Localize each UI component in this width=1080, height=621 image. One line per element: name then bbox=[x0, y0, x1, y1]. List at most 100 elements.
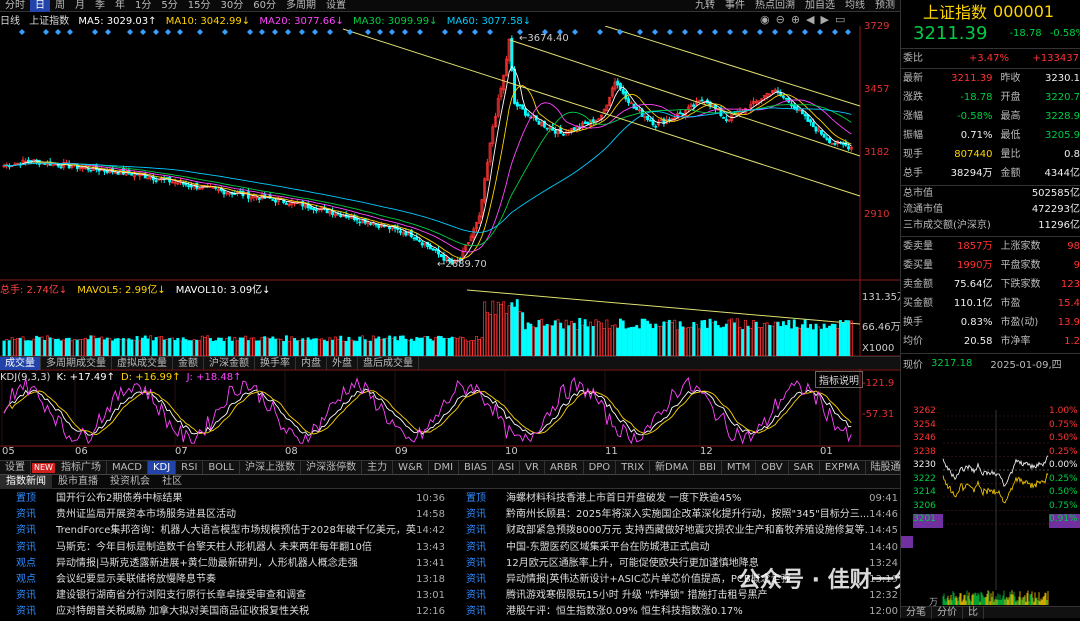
news-item[interactable]: 资讯 马斯克：今年目标是制造数千台擎天柱人形机器人 未来两年每年翻10倍 13:43 bbox=[0, 540, 445, 556]
period-tab[interactable]: 年 bbox=[110, 0, 130, 12]
news-item[interactable]: 资讯 中国-东盟医药区域集采平台在防城港正式启动 14:40 bbox=[450, 540, 898, 556]
news-title[interactable]: 港股午评：恒生指数涨0.09% 恒生科技指数涨0.17% bbox=[506, 604, 869, 620]
news-title[interactable]: 会议纪要显示美联储将放慢降息节奏 bbox=[56, 572, 416, 588]
period-tab[interactable]: 设置 bbox=[321, 0, 351, 12]
indicator-tab[interactable]: BBI bbox=[694, 461, 722, 474]
news-item[interactable]: 资讯 应对特朗普关税威胁 加拿大拟对美国商品征收报复性关税 12:16 bbox=[0, 604, 445, 620]
quote-bottom-tab[interactable]: 比 bbox=[963, 606, 984, 619]
news-title[interactable]: 应对特朗普关税威胁 加拿大拟对美国商品征收报复性关税 bbox=[56, 604, 416, 620]
collapse-icon[interactable]: ▭ bbox=[835, 13, 845, 26]
period-tab[interactable]: 季 bbox=[90, 0, 110, 12]
indicator-tab[interactable]: OBV bbox=[756, 461, 789, 474]
indicator-tab[interactable]: NEW bbox=[32, 462, 55, 473]
right-arrow-icon[interactable]: ▶ bbox=[821, 13, 829, 26]
toolbar-button[interactable]: 事件 bbox=[720, 0, 750, 12]
quote-bottom-tab[interactable]: 分价 bbox=[932, 606, 963, 619]
candle bbox=[122, 165, 125, 176]
news-item[interactable]: 观点 异动情报|马斯克透露新进展+黄仁勋最新研判，人形机器人概念走强 13:41 bbox=[0, 556, 445, 572]
indicator-tab[interactable]: MTM bbox=[722, 461, 757, 474]
news-item[interactable]: 资讯 建设银行湖南省分行浏阳支行原行长章卓接受审查和调查 13:01 bbox=[0, 588, 445, 604]
price-tick: 3729 bbox=[864, 21, 890, 32]
volume-tab[interactable]: 成交量 bbox=[0, 356, 41, 370]
volume-tab[interactable]: 内盘 bbox=[296, 356, 327, 370]
news-item[interactable]: 资讯 贵州证监局开展资本市场服务进县区活动 14:58 bbox=[0, 507, 445, 523]
indicator-tab[interactable]: RSI bbox=[176, 461, 204, 474]
news-title[interactable]: 黔南州长顾县：2025年将深入实施国企改革深化提升行动，按照"345"目标分三.… bbox=[506, 507, 869, 523]
period-tab[interactable]: 周 bbox=[50, 0, 70, 12]
news-item[interactable]: 资讯 黔南州长顾县：2025年将深入实施国企改革深化提升行动，按照"345"目标分… bbox=[450, 507, 898, 523]
news-title[interactable]: 马斯克：今年目标是制造数千台擎天柱人形机器人 未来两年每年翻10倍 bbox=[56, 540, 416, 556]
left-arrow-icon[interactable]: ◀ bbox=[806, 13, 814, 26]
news-title[interactable]: TrendForce集邦咨询：机器人大语言模型市场规模预估于2028年破千亿美元… bbox=[56, 523, 416, 539]
quote-bottom-tab[interactable]: 分笔 bbox=[901, 606, 932, 619]
indicator-tab[interactable]: EXPMA bbox=[820, 461, 866, 474]
toolbar-button[interactable]: 均线 bbox=[840, 0, 870, 12]
period-tab[interactable]: 60分 bbox=[248, 0, 281, 12]
eye-icon[interactable]: ◉ bbox=[760, 13, 770, 26]
indicator-tab[interactable]: 新DMA bbox=[650, 461, 695, 474]
news-item[interactable]: 置顶 国开行公布2期债券中标结果 10:36 bbox=[0, 491, 445, 507]
news-title[interactable]: 异动情报|马斯克透露新进展+黄仁勋最新研判，人形机器人概念走强 bbox=[56, 556, 416, 572]
volume-bar bbox=[412, 340, 416, 357]
toolbar-button[interactable]: 预测 bbox=[870, 0, 900, 12]
news-tab[interactable]: 股市直播 bbox=[52, 475, 104, 489]
news-item[interactable]: 资讯 TrendForce集邦咨询：机器人大语言模型市场规模预估于2028年破千亿… bbox=[0, 523, 445, 539]
indicator-tab[interactable]: ASI bbox=[493, 461, 521, 474]
period-tab[interactable]: 分时 bbox=[0, 0, 30, 12]
volume-bar bbox=[333, 336, 337, 357]
news-title[interactable]: 财政部紧急预拨8000万元 支持西藏做好地震灾损农业生产和畜牧养殖设施修复等..… bbox=[506, 523, 869, 539]
volume-tab[interactable]: 换手率 bbox=[255, 356, 296, 370]
zoom-out-icon[interactable]: ⊖ bbox=[776, 13, 785, 26]
period-tab[interactable]: 15分 bbox=[183, 0, 216, 12]
news-item[interactable]: 置顶 海螺材料科技香港上市首日开盘破发 一度下跌逾45% 09:41 bbox=[450, 491, 898, 507]
indicator-tab[interactable]: DMI bbox=[429, 461, 460, 474]
indicator-tab[interactable]: MACD bbox=[107, 461, 148, 474]
indicator-tab[interactable]: 设置 bbox=[0, 461, 31, 474]
zoom-in-icon[interactable]: ⊕ bbox=[791, 13, 800, 26]
volume-tab[interactable]: 金额 bbox=[173, 356, 204, 370]
volume-tab[interactable]: 外盘 bbox=[327, 356, 358, 370]
period-tab[interactable]: 30分 bbox=[215, 0, 248, 12]
news-title[interactable]: 建设银行湖南省分行浏阳支行原行长章卓接受审查和调查 bbox=[56, 588, 416, 604]
indicator-tab[interactable]: 指标广场 bbox=[56, 461, 107, 474]
news-item[interactable]: 资讯 财政部紧急预拨8000万元 支持西藏做好地震灾损农业生产和畜牧养殖设施修复等… bbox=[450, 523, 898, 539]
toolbar-button[interactable]: 九转 bbox=[690, 0, 720, 12]
indicator-tab[interactable]: BIAS bbox=[459, 461, 494, 474]
indicator-tab[interactable]: SAR bbox=[789, 461, 820, 474]
indicator-tab[interactable]: 沪深涨停数 bbox=[301, 461, 363, 474]
indicator-tab[interactable]: 沪深上涨数 bbox=[240, 461, 302, 474]
cap-label: 总市值 bbox=[903, 188, 933, 199]
indicator-tab[interactable]: KDJ bbox=[147, 461, 177, 474]
indicator-tab[interactable]: DPO bbox=[584, 461, 617, 474]
news-title[interactable]: 国开行公布2期债券中标结果 bbox=[56, 491, 416, 507]
volume-tab[interactable]: 沪深金额 bbox=[204, 356, 255, 370]
period-tab[interactable]: 5分 bbox=[156, 0, 182, 12]
volume-bar bbox=[518, 310, 522, 357]
volume-tab[interactable]: 盘后成交量 bbox=[358, 356, 419, 370]
indicator-tab[interactable]: VR bbox=[520, 461, 545, 474]
kline-chart[interactable] bbox=[0, 26, 900, 460]
period-tab[interactable]: 1分 bbox=[130, 0, 156, 12]
volume-tab[interactable]: 多周期成交量 bbox=[41, 356, 112, 370]
indicator-tab[interactable]: BOLL bbox=[203, 461, 241, 474]
period-tab[interactable]: 月 bbox=[70, 0, 90, 12]
news-title[interactable]: 海螺材料科技香港上市首日开盘破发 一度下跌逾45% bbox=[506, 491, 869, 507]
indicator-tab[interactable]: W&R bbox=[393, 461, 429, 474]
news-title[interactable]: 贵州证监局开展资本市场服务进县区活动 bbox=[56, 507, 416, 523]
news-tab[interactable]: 投资机会 bbox=[104, 475, 156, 489]
volume-bar bbox=[336, 339, 340, 357]
volume-tab[interactable]: 虚拟成交量 bbox=[112, 356, 173, 370]
indicator-help-button[interactable]: 指标说明 bbox=[815, 371, 863, 388]
news-item[interactable]: 资讯 港股午评：恒生指数涨0.09% 恒生科技指数涨0.17% 12:00 bbox=[450, 604, 898, 620]
toolbar-button[interactable]: 加自选 bbox=[800, 0, 840, 12]
toolbar-button[interactable]: 热点回溯 bbox=[750, 0, 800, 12]
news-tab[interactable]: 指数新闻 bbox=[0, 474, 52, 489]
indicator-tab[interactable]: ARBR bbox=[545, 461, 584, 474]
news-item[interactable]: 观点 会议纪要显示美联储将放慢降息节奏 13:18 bbox=[0, 572, 445, 588]
period-tab[interactable]: 日 bbox=[30, 0, 50, 12]
news-tab[interactable]: 社区 bbox=[156, 475, 188, 489]
news-title[interactable]: 中国-东盟医药区域集采平台在防城港正式启动 bbox=[506, 540, 869, 556]
period-tab[interactable]: 多周期 bbox=[281, 0, 321, 12]
indicator-tab[interactable]: TRIX bbox=[616, 461, 651, 474]
indicator-tab[interactable]: 主力 bbox=[362, 461, 394, 474]
